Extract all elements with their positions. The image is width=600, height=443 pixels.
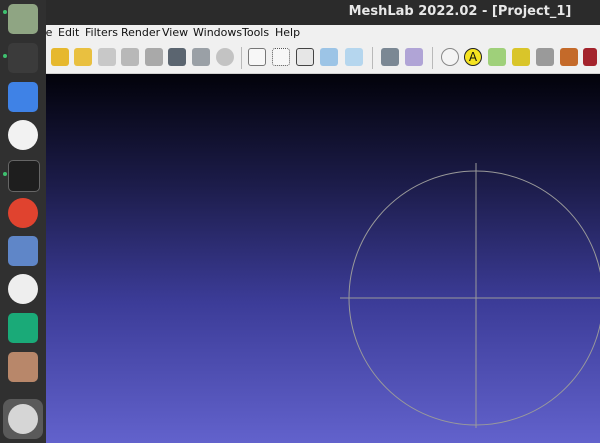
layer-stack-icon[interactable] <box>192 48 210 66</box>
save-snapshot-icon[interactable] <box>145 48 163 66</box>
color-picker-icon[interactable] <box>583 48 597 66</box>
text-annotation-icon[interactable]: A <box>464 48 482 66</box>
reload-all-icon[interactable] <box>121 48 139 66</box>
bbox-icon[interactable] <box>248 48 266 66</box>
points-icon[interactable] <box>272 48 290 66</box>
menu-view[interactable]: View <box>162 26 188 39</box>
toolbar-separator <box>241 47 242 69</box>
menu-windows[interactable]: Windows <box>193 26 242 39</box>
inkscape-icon[interactable] <box>8 274 38 304</box>
toolbar-separator <box>372 47 373 69</box>
wireframe-icon[interactable] <box>296 48 314 66</box>
trackball-gizmo <box>340 163 600 428</box>
toolbar-separator <box>432 47 433 69</box>
smooth-shading-icon[interactable] <box>345 48 363 66</box>
globe-render-icon[interactable] <box>216 48 234 66</box>
files-icon[interactable] <box>8 4 38 34</box>
terminal-icon[interactable] <box>8 160 40 192</box>
calculator-icon[interactable] <box>8 236 38 266</box>
menu-tools[interactable]: Tools <box>242 26 269 39</box>
menu-filters[interactable]: Filters <box>85 26 118 39</box>
menu-edit[interactable]: Edit <box>58 26 79 39</box>
layers-icon[interactable] <box>381 48 399 66</box>
brush-icon[interactable] <box>560 48 578 66</box>
dock <box>0 0 46 443</box>
menu-bar: File Edit Filters Render View Windows To… <box>0 25 600 42</box>
open-project-icon[interactable] <box>51 48 69 66</box>
android-studio-icon[interactable] <box>8 120 38 150</box>
capture-icon[interactable] <box>536 48 554 66</box>
title-bar: MeshLab 2022.02 - [Project_1] <box>0 0 600 25</box>
move-axes-icon[interactable] <box>488 48 506 66</box>
trackball-icon[interactable] <box>441 48 459 66</box>
camera-icon[interactable] <box>168 48 186 66</box>
window-title: MeshLab 2022.02 - [Project_1] <box>348 4 572 19</box>
paint-bucket-icon[interactable] <box>512 48 530 66</box>
reload-icon[interactable] <box>98 48 116 66</box>
clion-icon[interactable] <box>8 313 38 343</box>
running-indicator <box>3 172 7 176</box>
menu-render[interactable]: Render <box>121 26 160 39</box>
text-editor-icon[interactable] <box>8 82 38 112</box>
image-viewer-icon[interactable] <box>8 352 38 382</box>
system-monitor-icon[interactable] <box>8 43 38 73</box>
chrome-icon[interactable] <box>8 198 38 228</box>
running-indicator <box>3 54 7 58</box>
flat-shading-icon[interactable] <box>320 48 338 66</box>
open-mesh-icon[interactable] <box>74 48 92 66</box>
menu-help[interactable]: Help <box>275 26 300 39</box>
viewport[interactable] <box>46 74 600 443</box>
running-indicator <box>3 10 7 14</box>
toolbar: A <box>0 42 600 74</box>
meshlab-icon[interactable] <box>8 404 38 434</box>
axes-icon[interactable] <box>405 48 423 66</box>
